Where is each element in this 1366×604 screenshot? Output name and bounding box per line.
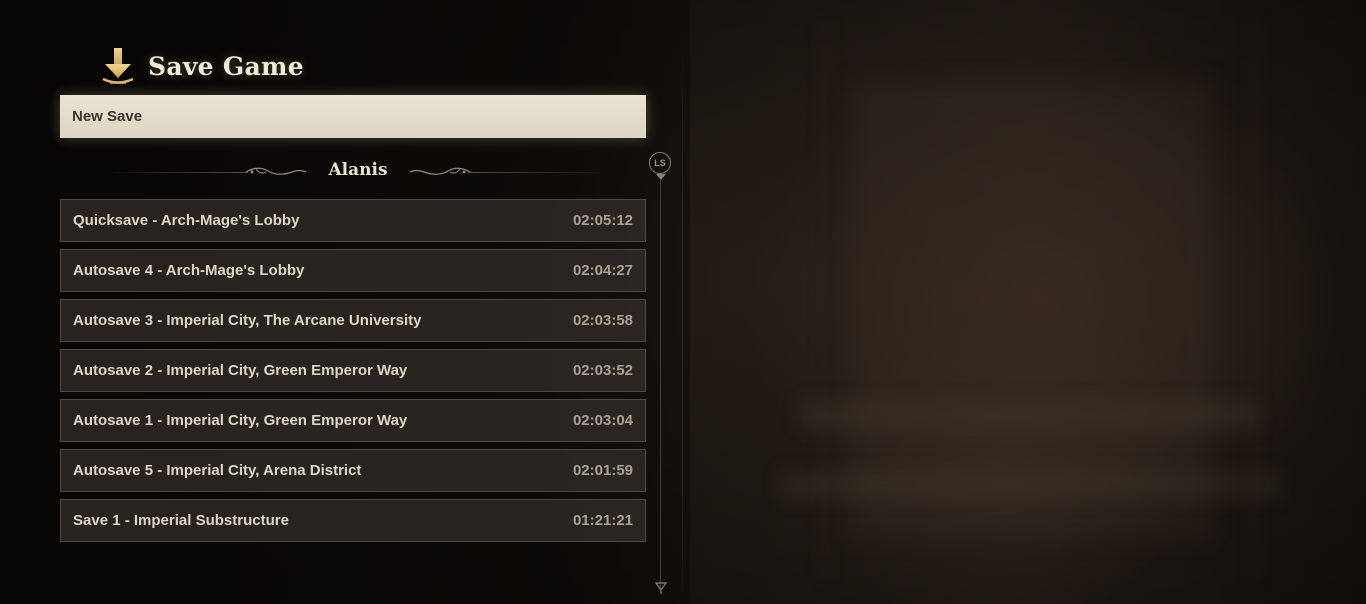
character-divider: Alanis (108, 152, 608, 192)
divider-line-left (108, 172, 248, 173)
save-slot-playtime: 01:21:21 (572, 512, 633, 529)
save-slot[interactable]: Save 1 - Imperial Substructure 01:21:21 (60, 499, 646, 542)
save-slot-playtime: 02:05:12 (572, 212, 633, 229)
divider-line-right (468, 172, 608, 173)
save-slot[interactable]: Autosave 1 - Imperial City, Green Empero… (60, 399, 646, 442)
new-save-button[interactable]: New Save (60, 95, 646, 138)
save-slot[interactable]: Quicksave - Arch-Mage's Lobby 02:05:12 (60, 199, 646, 242)
scroll-up-arrow-icon (656, 174, 666, 180)
save-slot-playtime: 02:04:27 (572, 262, 633, 279)
save-slot-playtime: 02:01:59 (572, 462, 633, 479)
download-arrow-icon (102, 48, 134, 84)
save-slot[interactable]: Autosave 2 - Imperial City, Green Empero… (60, 349, 646, 392)
save-list: Quicksave - Arch-Mage's Lobby 02:05:12 A… (60, 199, 646, 549)
save-slot-name: Autosave 1 - Imperial City, Green Empero… (73, 412, 408, 429)
save-slot-name: Autosave 2 - Imperial City, Green Empero… (73, 362, 408, 379)
save-game-header: Save Game (100, 44, 304, 88)
character-name: Alanis (328, 160, 388, 180)
page-title: Save Game (148, 51, 304, 81)
new-save-label: New Save (72, 108, 143, 125)
save-slot-playtime: 02:03:58 (572, 312, 633, 329)
left-stick-label: LS (654, 158, 666, 168)
save-slot-name: Save 1 - Imperial Substructure (73, 512, 289, 529)
scrollbar-track[interactable] (660, 180, 661, 590)
save-slot-name: Quicksave - Arch-Mage's Lobby (73, 212, 300, 229)
save-slot[interactable]: Autosave 3 - Imperial City, The Arcane U… (60, 299, 646, 342)
save-slot-name: Autosave 5 - Imperial City, Arena Distri… (73, 462, 362, 479)
scrollbar[interactable]: LS (648, 150, 674, 604)
menu-panel-edge (682, 40, 683, 604)
scroll-down-arrow-icon (655, 582, 667, 594)
left-stick-button-hint: LS (649, 152, 671, 174)
save-slot[interactable]: Autosave 4 - Arch-Mage's Lobby 02:04:27 (60, 249, 646, 292)
flourish-left-icon (245, 167, 307, 175)
save-slot[interactable]: Autosave 5 - Imperial City, Arena Distri… (60, 449, 646, 492)
save-slot-name: Autosave 3 - Imperial City, The Arcane U… (73, 312, 422, 329)
flourish-right-icon (409, 167, 471, 175)
save-slot-name: Autosave 4 - Arch-Mage's Lobby (73, 262, 305, 279)
save-slot-playtime: 02:03:52 (572, 362, 633, 379)
save-slot-playtime: 02:03:04 (572, 412, 633, 429)
